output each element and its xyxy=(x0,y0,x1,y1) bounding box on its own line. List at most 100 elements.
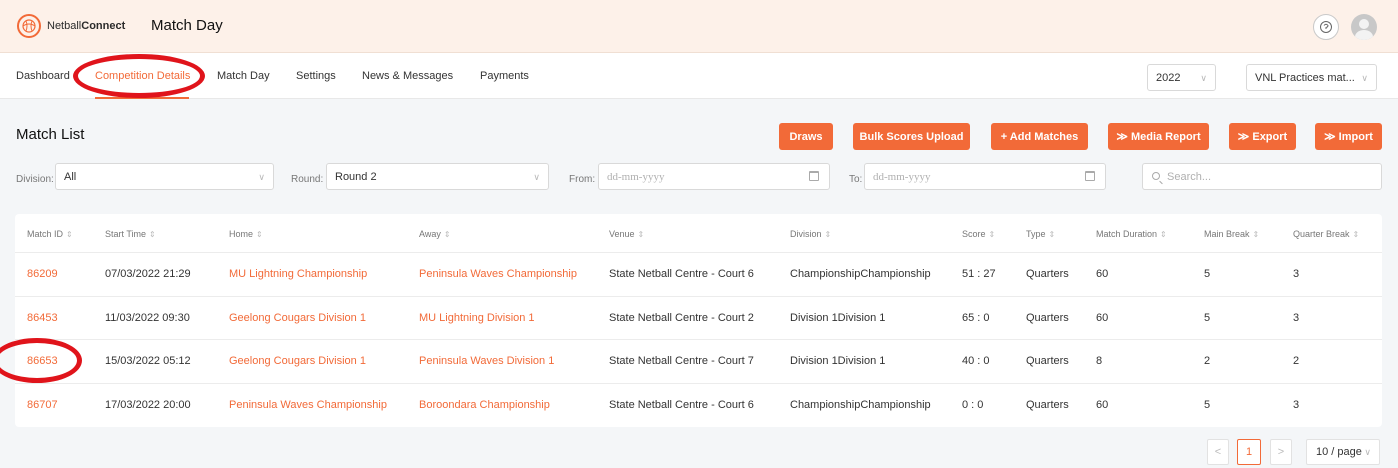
competition-select[interactable]: VNL Practices mat... ∨ xyxy=(1246,64,1377,91)
home-team-link[interactable]: Geelong Cougars Division 1 xyxy=(229,312,366,324)
help-icon[interactable] xyxy=(1313,14,1339,40)
venue-cell: State Netball Centre - Court 6 xyxy=(609,399,754,411)
match-duration-cell: 8 xyxy=(1096,355,1103,367)
export-button[interactable]: ≫ Export xyxy=(1229,123,1296,150)
type-cell: Quarters xyxy=(1026,399,1069,411)
table-divider xyxy=(15,252,1382,253)
away-team-link[interactable]: Boroondara Championship xyxy=(419,399,550,411)
page-title: Match List xyxy=(16,126,85,143)
search-icon xyxy=(1152,172,1160,180)
from-date-input[interactable]: dd-mm-yyyy xyxy=(598,163,830,190)
nav-match-day[interactable]: Match Day xyxy=(217,70,270,82)
division-select[interactable]: All ∨ xyxy=(55,163,274,190)
home-team-link[interactable]: MU Lightning Championship xyxy=(229,268,367,280)
col-header-home[interactable]: Home ⇕ xyxy=(229,229,263,239)
away-team-link[interactable]: Peninsula Waves Championship xyxy=(419,268,577,280)
import-button[interactable]: ≫ Import xyxy=(1315,123,1382,150)
netball-logo-icon xyxy=(17,14,41,38)
to-label: To: xyxy=(849,174,863,185)
chevron-down-icon: ∨ xyxy=(1200,72,1207,83)
search-input[interactable]: Search... xyxy=(1142,163,1382,190)
start-time-cell: 07/03/2022 21:29 xyxy=(105,268,191,280)
col-header-score[interactable]: Score ⇕ xyxy=(962,229,995,239)
top-bar: NetballConnect Match Day xyxy=(0,0,1398,53)
start-time-cell: 11/03/2022 09:30 xyxy=(105,312,190,324)
sort-icon: ⇕ xyxy=(66,230,73,239)
sort-icon: ⇕ xyxy=(149,230,156,239)
away-team-link[interactable]: MU Lightning Division 1 xyxy=(419,312,535,324)
nav-news-messages[interactable]: News & Messages xyxy=(362,70,453,82)
score-cell: 40 : 0 xyxy=(962,355,990,367)
round-select[interactable]: Round 2 ∨ xyxy=(326,163,549,190)
to-date-placeholder: dd-mm-yyyy xyxy=(873,170,931,183)
table-divider xyxy=(15,296,1382,297)
sort-icon: ⇕ xyxy=(988,230,996,239)
match-duration-cell: 60 xyxy=(1096,268,1109,280)
user-avatar[interactable] xyxy=(1351,14,1377,40)
table-divider xyxy=(15,383,1382,384)
col-header-main-break[interactable]: Main Break ⇕ xyxy=(1204,229,1259,239)
col-header-match-duration[interactable]: Match Duration ⇕ xyxy=(1096,229,1167,239)
sort-icon: ⇕ xyxy=(824,230,832,239)
home-team-link[interactable]: Geelong Cougars Division 1 xyxy=(229,355,366,367)
page-1-button[interactable]: 1 xyxy=(1237,439,1261,465)
col-header-away[interactable]: Away ⇕ xyxy=(419,229,451,239)
type-cell: Quarters xyxy=(1026,355,1069,367)
venue-cell: State Netball Centre - Court 7 xyxy=(609,355,754,367)
col-header-venue[interactable]: Venue ⇕ xyxy=(609,229,644,239)
bulk-scores-upload-button[interactable]: Bulk Scores Upload xyxy=(853,123,970,150)
chevron-down-icon: ∨ xyxy=(258,171,265,182)
sort-icon: ⇕ xyxy=(256,230,263,239)
media-report-button[interactable]: ≫ Media Report xyxy=(1108,123,1209,150)
match-id-link[interactable]: 86209 xyxy=(27,268,58,280)
nav-settings[interactable]: Settings xyxy=(296,70,336,82)
col-header-division[interactable]: Division ⇕ xyxy=(790,229,831,239)
main-break-cell: 5 xyxy=(1204,268,1211,280)
division-cell: ChampionshipChampionship xyxy=(790,399,931,411)
quarter-break-cell: 3 xyxy=(1293,312,1300,324)
division-cell: Division 1Division 1 xyxy=(790,312,886,324)
sort-icon: ⇕ xyxy=(1160,230,1167,239)
col-header-type[interactable]: Type ⇕ xyxy=(1026,229,1055,239)
col-header-quarter-break[interactable]: Quarter Break ⇕ xyxy=(1293,229,1359,239)
round-label: Round: xyxy=(291,174,324,185)
next-page-button[interactable]: > xyxy=(1270,439,1292,465)
start-time-cell: 17/03/2022 20:00 xyxy=(105,399,191,411)
chevron-down-icon: ∨ xyxy=(533,171,540,182)
to-date-input[interactable]: dd-mm-yyyy xyxy=(864,163,1106,190)
page-size-select[interactable]: 10 / page ∨ xyxy=(1306,439,1380,465)
division-value: All xyxy=(64,170,77,183)
chevron-down-icon: ∨ xyxy=(1364,447,1371,457)
col-header-match-id[interactable]: Match ID ⇕ xyxy=(27,229,73,239)
sort-icon: ⇕ xyxy=(637,230,645,239)
calendar-icon xyxy=(809,171,819,181)
away-team-link[interactable]: Peninsula Waves Division 1 xyxy=(419,355,554,367)
match-id-link[interactable]: 86453 xyxy=(27,312,58,324)
score-cell: 0 : 0 xyxy=(962,399,984,411)
division-cell: ChampionshipChampionship xyxy=(790,268,931,280)
main-nav: Dashboard Competition Details Match Day … xyxy=(0,53,1398,99)
home-team-link[interactable]: Peninsula Waves Championship xyxy=(229,399,387,411)
from-label: From: xyxy=(569,174,596,185)
start-time-cell: 15/03/2022 05:12 xyxy=(105,355,191,367)
nav-payments[interactable]: Payments xyxy=(480,70,529,82)
draws-button[interactable]: Draws xyxy=(779,123,833,150)
prev-page-button[interactable]: < xyxy=(1207,439,1229,465)
venue-cell: State Netball Centre - Court 2 xyxy=(609,312,754,324)
app-logo[interactable]: NetballConnect xyxy=(17,14,125,38)
add-matches-button[interactable]: + Add Matches xyxy=(991,123,1088,150)
table-divider xyxy=(15,339,1382,340)
type-cell: Quarters xyxy=(1026,312,1069,324)
app-title: Match Day xyxy=(151,17,223,34)
match-id-link[interactable]: 86707 xyxy=(27,399,58,411)
from-date-placeholder: dd-mm-yyyy xyxy=(607,170,665,183)
year-select[interactable]: 2022 ∨ xyxy=(1147,64,1216,91)
venue-cell: State Netball Centre - Court 6 xyxy=(609,268,754,280)
sort-icon: ⇕ xyxy=(1352,230,1360,239)
type-cell: Quarters xyxy=(1026,268,1069,280)
col-header-start-time[interactable]: Start Time ⇕ xyxy=(105,229,156,239)
main-break-cell: 2 xyxy=(1204,355,1211,367)
nav-dashboard[interactable]: Dashboard xyxy=(16,70,70,82)
sort-icon: ⇕ xyxy=(1048,230,1056,239)
annotation-circle-competition-details xyxy=(73,54,205,98)
